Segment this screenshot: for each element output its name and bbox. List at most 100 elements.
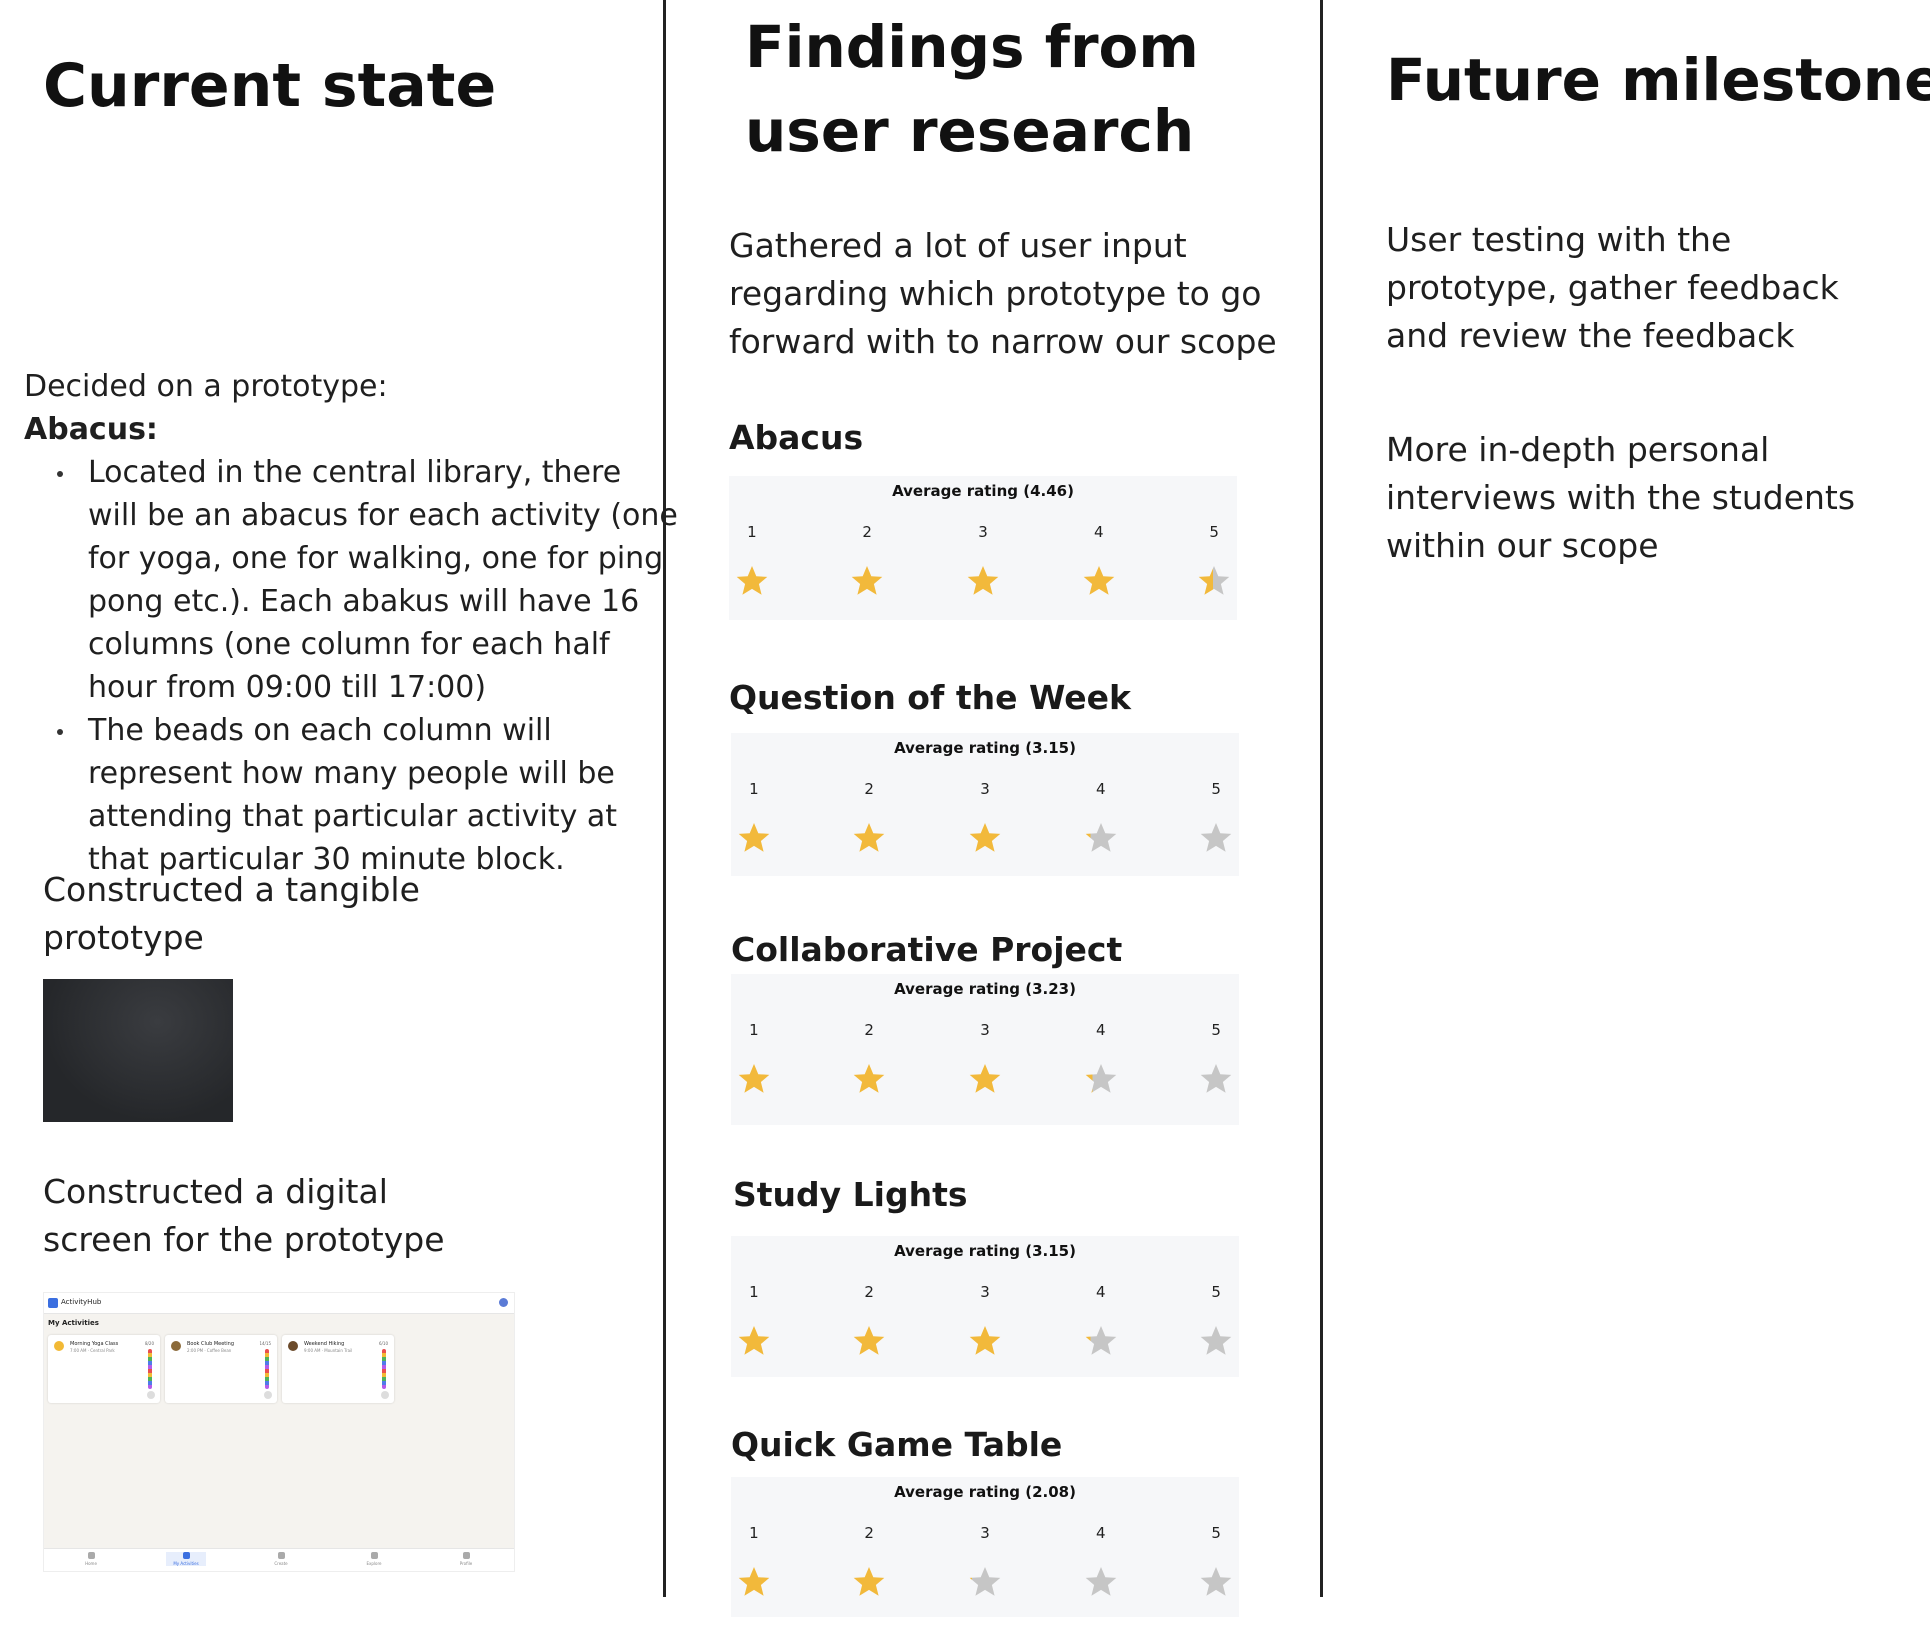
tangible-prototype-photo — [43, 979, 233, 1122]
activity-icon — [288, 1341, 298, 1351]
average-rating-label: Average rating (4.46) — [892, 482, 1074, 500]
tangible-prototype-text: Constructed a tangible prototype — [43, 870, 420, 957]
star-icon — [1085, 1567, 1117, 1596]
card-action-dot — [147, 1391, 155, 1399]
star-icon — [969, 1064, 1001, 1093]
star-icon — [1083, 566, 1115, 595]
bullet-item: Located in the central library, there wi… — [57, 451, 678, 709]
card-count: 8/20 — [145, 1341, 154, 1346]
card-subtitle: 9:00 AM · Mountain Trail — [304, 1348, 353, 1353]
app-logo-icon — [48, 1298, 58, 1308]
star-icon — [738, 1064, 770, 1093]
nav-explore: Explore — [354, 1552, 394, 1566]
rating-title: Collaborative Project — [731, 930, 1123, 969]
mock-app-name: ActivityHub — [61, 1298, 102, 1306]
star-icon — [853, 1326, 885, 1355]
mock-activity-card: Morning Yoga Class 7:00 AM · Central Par… — [48, 1335, 160, 1403]
star-icon — [969, 1567, 1001, 1596]
star-icon — [851, 566, 883, 595]
rating-title: Abacus — [729, 418, 864, 457]
star-icon — [969, 1326, 1001, 1355]
scale-label: 2 — [864, 1021, 874, 1039]
mock-activity-card: Weekend Hiking 9:00 AM · Mountain Trail … — [282, 1335, 394, 1403]
star-icon — [1200, 823, 1232, 852]
card-action-dot — [381, 1391, 389, 1399]
card-title: Morning Yoga Class — [70, 1341, 119, 1347]
nav-my-activities: My Activities — [166, 1552, 206, 1566]
findings-title: Findings from user research — [745, 13, 1199, 165]
star-icon — [1085, 1326, 1117, 1355]
scale-label: 1 — [749, 1283, 759, 1301]
scale-label: 1 — [749, 1021, 759, 1039]
star-icon — [1085, 823, 1117, 852]
star-icon — [1085, 1064, 1117, 1093]
rating-title: Question of the Week — [729, 678, 1131, 717]
digital-prototype-text: Constructed a digital screen for the pro… — [43, 1172, 445, 1259]
scale-label: 3 — [980, 1524, 990, 1542]
scale-label: 5 — [1211, 1021, 1221, 1039]
star-icon — [738, 1567, 770, 1596]
scale-label: 2 — [862, 523, 872, 541]
scale-label: 3 — [980, 1021, 990, 1039]
nav-create: Create — [261, 1552, 301, 1566]
star-icon — [736, 566, 768, 595]
star-icon — [1200, 1064, 1232, 1093]
digital-screen-mockup: ActivityHub My Activities Morning Yoga C… — [43, 1292, 515, 1572]
column-divider-right — [1320, 0, 1323, 1597]
user-icon — [499, 1298, 508, 1307]
card-action-dot — [264, 1391, 272, 1399]
rating-card: Average rating (2.08) 1 2 3 4 5 — [731, 1477, 1239, 1617]
current-state-title: Current state — [43, 51, 497, 121]
star-icon — [853, 823, 885, 852]
star-icon — [853, 1567, 885, 1596]
star-icon — [1200, 1567, 1232, 1596]
average-rating-label: Average rating (3.23) — [894, 980, 1076, 998]
scale-label: 4 — [1094, 523, 1104, 541]
abacus-heading: Abacus: — [24, 412, 158, 447]
star-icon — [967, 566, 999, 595]
rating-title: Quick Game Table — [731, 1425, 1063, 1464]
card-subtitle: 2:00 PM · Coffee Bean — [187, 1348, 232, 1353]
mock-bottom-nav: Home My Activities Create Explore Profil… — [44, 1548, 514, 1571]
scale-label: 5 — [1209, 523, 1219, 541]
rating-card: Average rating (3.15) 1 2 3 4 5 — [731, 1236, 1239, 1377]
nav-home: Home — [71, 1552, 111, 1566]
future-milestones-title: Future milestones — [1386, 46, 1930, 114]
star-icon — [1198, 566, 1230, 595]
nav-profile: Profile — [446, 1552, 486, 1566]
bead-column — [265, 1349, 269, 1389]
scale-label: 2 — [864, 1524, 874, 1542]
star-icon — [1200, 1326, 1232, 1355]
activity-icon — [54, 1341, 64, 1351]
activity-icon — [171, 1341, 181, 1351]
card-title: Book Club Meeting — [187, 1341, 235, 1347]
card-title: Weekend Hiking — [304, 1341, 345, 1347]
scale-label: 4 — [1096, 1524, 1106, 1542]
scale-label: 3 — [980, 780, 990, 798]
decided-label: Decided on a prototype: — [24, 369, 388, 404]
decided-text: Decided on a prototype: Abacus: — [24, 365, 388, 451]
star-icon — [969, 823, 1001, 852]
scale-label: 5 — [1211, 780, 1221, 798]
star-icon — [738, 823, 770, 852]
scale-label: 5 — [1211, 1524, 1221, 1542]
scale-label: 2 — [864, 1283, 874, 1301]
mock-activity-card: Book Club Meeting 2:00 PM · Coffee Bean … — [165, 1335, 277, 1403]
milestone-item: User testing with the prototype, gather … — [1386, 220, 1839, 355]
average-rating-label: Average rating (3.15) — [894, 739, 1076, 757]
scale-label: 3 — [980, 1283, 990, 1301]
scale-label: 2 — [864, 780, 874, 798]
card-count: 14/15 — [259, 1341, 271, 1346]
bullet-item: The beads on each column will represent … — [57, 709, 678, 881]
rating-card: Average rating (3.15) 1 2 3 4 5 — [731, 733, 1239, 876]
scale-label: 4 — [1096, 1021, 1106, 1039]
scale-label: 5 — [1211, 1283, 1221, 1301]
rating-title: Study Lights — [733, 1175, 968, 1214]
scale-label: 3 — [978, 523, 988, 541]
card-count: 6/10 — [379, 1341, 388, 1346]
card-subtitle: 7:00 AM · Central Park — [70, 1348, 115, 1353]
abacus-bullet-list: Located in the central library, there wi… — [24, 451, 678, 881]
milestone-item: More in-depth personal interviews with t… — [1386, 430, 1856, 565]
scale-label: 1 — [749, 780, 759, 798]
average-rating-label: Average rating (2.08) — [894, 1483, 1076, 1501]
